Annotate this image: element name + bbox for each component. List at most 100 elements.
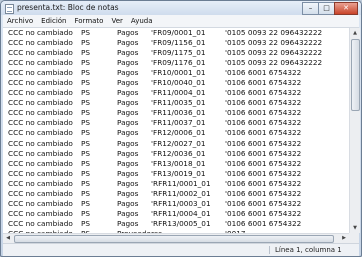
line-type: Pagos: [117, 128, 139, 138]
text-line: CCC no cambiado PS Pagos 'RFR11/0001_01 '010…: [3, 179, 349, 189]
line-invoice: 'FR13/0018_01: [151, 158, 206, 168]
notepad-window: presenta.txt: Bloc de notas – □ ✕ Archiv…: [0, 0, 362, 257]
line-invoice: 'FR09/1175_01: [151, 48, 206, 58]
line-account: '0106 6001 6754322: [225, 68, 302, 78]
line-account: '0106 6001 6754322: [225, 108, 302, 118]
line-type: Pagos: [117, 68, 139, 78]
line-account: '0105 0093 22 096432222: [225, 28, 323, 37]
scrollbar-corner: [349, 233, 359, 243]
menu-ver[interactable]: Ver: [107, 15, 126, 27]
line-account: '0106 6001 6754322: [225, 78, 302, 88]
line-invoice: 'RFR11/0002_01: [151, 188, 211, 198]
line-invoice: 'RFR13/0005_01: [151, 218, 211, 228]
line-invoice: 'FR12/0006_01: [151, 128, 206, 138]
line-invoice: 'FR09/1156_01: [151, 38, 206, 48]
text-line: CCC no cambiado PS Pagos 'FR12/0036_01 '0106…: [3, 149, 349, 159]
text-line: CCC no cambiado PS Pagos 'FR09/1156_01 '0105…: [3, 38, 349, 48]
line-code: PS: [81, 138, 91, 148]
line-status: CCC no cambiado: [8, 28, 73, 37]
menu-edicion[interactable]: Edición: [37, 15, 70, 27]
line-code: PS: [81, 128, 91, 138]
line-code: PS: [81, 208, 91, 218]
line-code: PS: [81, 28, 91, 37]
text-editor[interactable]: CCC no cambiado PS Pagos 'FR09/0001_01 '0105…: [3, 28, 349, 233]
vertical-scroll-thumb[interactable]: [351, 39, 360, 111]
line-status: CCC no cambiado: [8, 198, 73, 208]
line-account: '0106 6001 6754322: [225, 148, 302, 158]
line-invoice: 'FR12/0027_01: [151, 138, 206, 148]
minimize-button[interactable]: –: [302, 2, 319, 15]
line-account: '0106 6001 6754322: [225, 198, 302, 208]
vertical-scrollbar[interactable]: ▲ ▼: [349, 28, 360, 233]
line-account: '0106 6001 6754322: [225, 188, 302, 198]
scroll-down-icon[interactable]: ▼: [350, 223, 360, 233]
line-type: Pagos: [117, 148, 139, 158]
line-invoice: 'FR12/0036_01: [151, 148, 206, 158]
title-bar[interactable]: presenta.txt: Bloc de notas – □ ✕: [1, 1, 361, 15]
line-invoice: 'RFR11/0004_01: [151, 208, 211, 218]
menu-bar: Archivo Edición Formato Ver Ayuda: [3, 15, 359, 28]
line-status: CCC no cambiado: [8, 128, 73, 138]
text-line: CCC no cambiado PS Pagos 'RFR11/0002_01 '010…: [3, 189, 349, 199]
line-invoice: 'FR10/0040_01: [151, 78, 206, 88]
text-line: CCC no cambiado PS Pagos 'RFR13/0005_01 '010…: [3, 219, 349, 229]
line-invoice: 'FR09/0001_01: [151, 28, 206, 37]
menu-formato[interactable]: Formato: [71, 15, 108, 27]
text-line: CCC no cambiado PS Pagos 'FR10/0001_01 '0106…: [3, 68, 349, 78]
horizontal-scrollbar[interactable]: ◀ ▶: [3, 233, 349, 243]
line-type: Pagos: [117, 198, 139, 208]
line-type: Pagos: [117, 218, 139, 228]
line-invoice: 'FR11/0036_01: [151, 108, 206, 118]
line-status: CCC no cambiado: [8, 38, 73, 48]
line-type: Pagos: [117, 38, 139, 48]
line-code: PS: [81, 158, 91, 168]
line-invoice: 'FR09/1176_01: [151, 58, 206, 68]
scroll-up-icon[interactable]: ▲: [350, 28, 360, 38]
line-type: Pagos: [117, 208, 139, 218]
line-invoice: 'FR11/0037_01: [151, 118, 206, 128]
line-code: PS: [81, 58, 91, 68]
line-code: PS: [81, 108, 91, 118]
line-status: CCC no cambiado: [8, 188, 73, 198]
text-line: CCC no cambiado PS Pagos 'FR12/0006_01 '0106…: [3, 128, 349, 138]
maximize-button[interactable]: □: [318, 2, 335, 15]
text-line: CCC no cambiado PS Pagos 'FR09/1175_01 '0105…: [3, 48, 349, 58]
line-account: '0105 0093 22 096432222: [225, 58, 323, 68]
text-line: CCC no cambiado PS Pagos 'RFR11/0003_01 '010…: [3, 199, 349, 209]
line-type: Pagos: [117, 158, 139, 168]
line-status: CCC no cambiado: [8, 88, 73, 98]
line-type: Pagos: [117, 98, 139, 108]
line-status: CCC no cambiado: [8, 178, 73, 188]
line-status: CCC no cambiado: [8, 118, 73, 128]
line-type: Pagos: [117, 58, 139, 68]
line-account: '0106 6001 6754322: [225, 178, 302, 188]
menu-archivo[interactable]: Archivo: [3, 15, 37, 27]
scroll-left-icon[interactable]: ◀: [3, 234, 13, 243]
line-type: Pagos: [117, 138, 139, 148]
scroll-right-icon[interactable]: ▶: [339, 234, 349, 243]
line-code: PS: [81, 48, 91, 58]
close-button[interactable]: ✕: [334, 2, 358, 15]
line-status: CCC no cambiado: [8, 58, 73, 68]
menu-ayuda[interactable]: Ayuda: [127, 15, 157, 27]
line-code: PS: [81, 198, 91, 208]
line-status: CCC no cambiado: [8, 158, 73, 168]
line-code: PS: [81, 78, 91, 88]
line-code: PS: [81, 218, 91, 228]
line-account: '0106 6001 6754322: [225, 158, 302, 168]
line-account: '0106 6001 6754322: [225, 138, 302, 148]
line-invoice: 'FR11/0035_01: [151, 98, 206, 108]
text-line: CCC no cambiado PS Pagos 'FR12/0027_01 '0106…: [3, 139, 349, 149]
line-code: PS: [81, 68, 91, 78]
line-type: Pagos: [117, 88, 139, 98]
line-code: PS: [81, 178, 91, 188]
line-invoice: 'RFR11/0003_01: [151, 198, 211, 208]
status-bar: Línea 1, columna 1: [3, 243, 359, 256]
line-invoice: 'FR10/0001_01: [151, 68, 206, 78]
text-line: CCC no cambiado PS Pagos 'FR13/0018_01 '0106…: [3, 159, 349, 169]
line-invoice: 'FR11/0004_01: [151, 88, 206, 98]
status-separator: [269, 246, 270, 254]
horizontal-scroll-thumb[interactable]: [14, 235, 334, 243]
window-title: presenta.txt: Bloc de notas: [17, 3, 119, 12]
cursor-position: Línea 1, columna 1: [275, 246, 342, 254]
